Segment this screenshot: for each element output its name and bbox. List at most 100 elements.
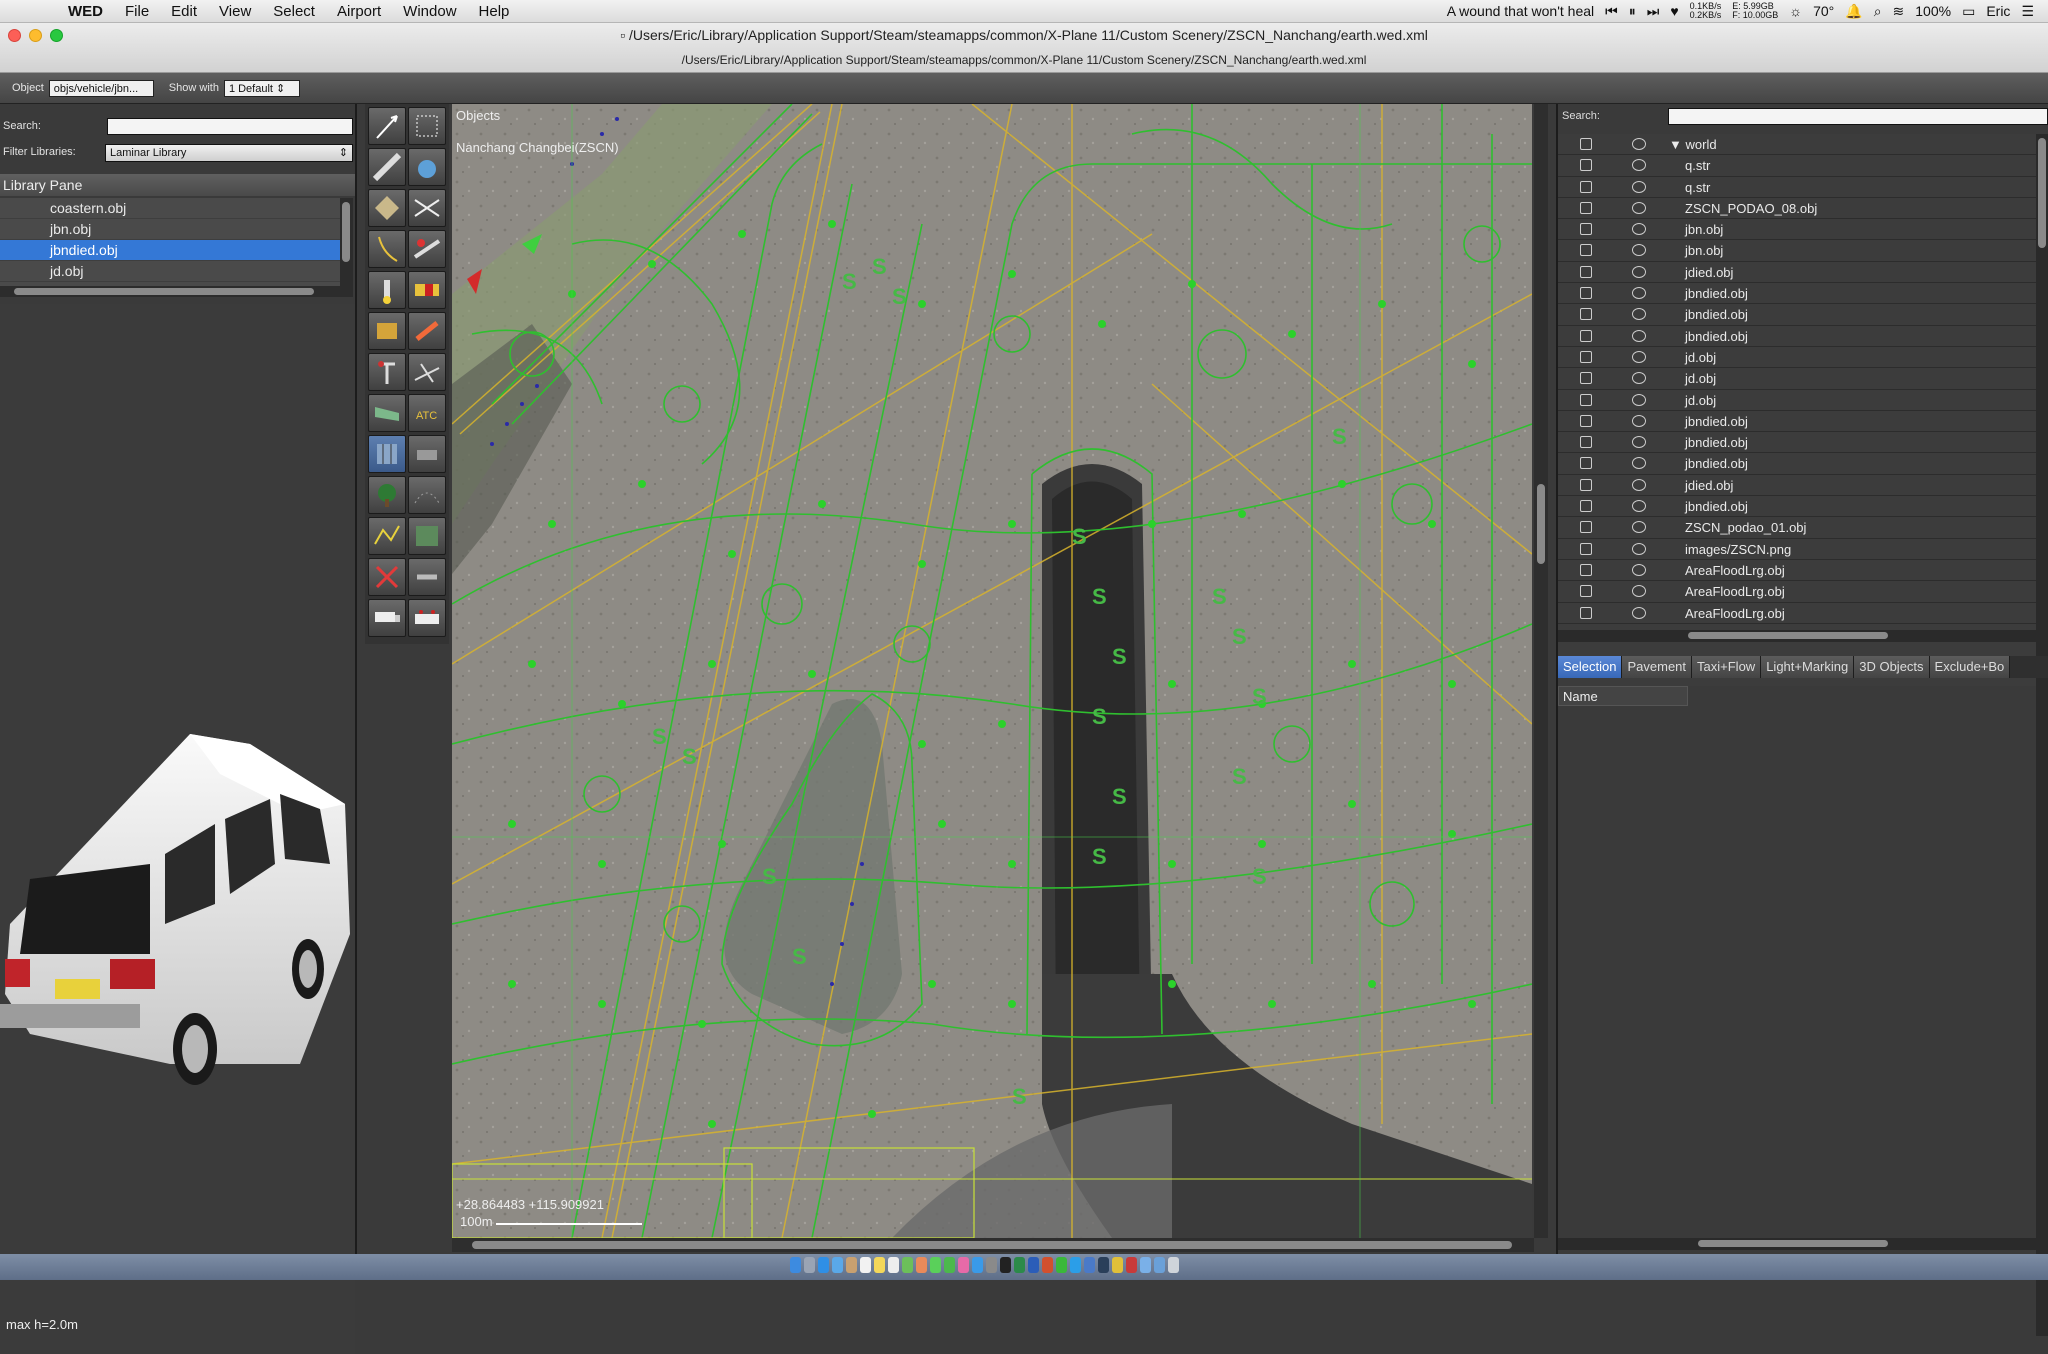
mail-icon[interactable] (832, 1257, 843, 1273)
taxi-route-tool-button[interactable] (408, 189, 446, 227)
forest-ring-tool-button[interactable] (408, 435, 446, 473)
lock-icon[interactable] (1580, 308, 1592, 321)
maps-icon[interactable] (902, 1257, 913, 1273)
polygon-tool-button[interactable] (408, 517, 446, 555)
tree-row[interactable]: AreaFloodLrg.obj (1558, 560, 2036, 582)
tree-row[interactable]: jbndied.obj (1558, 283, 2036, 305)
lock-icon[interactable] (1580, 350, 1592, 363)
lock-icon[interactable] (1580, 563, 1592, 576)
lock-icon[interactable] (1580, 414, 1592, 427)
lock-icon[interactable] (1580, 201, 1592, 214)
tree-row[interactable]: jd.obj (1558, 368, 2036, 390)
library-item[interactable]: coastern.obj (0, 198, 340, 219)
tab-pavement[interactable]: Pavement (1622, 656, 1693, 678)
hierarchy-search-input[interactable] (1668, 108, 2048, 125)
terminal-icon[interactable] (1000, 1257, 1011, 1273)
eye-icon[interactable] (1632, 542, 1646, 555)
excel-icon[interactable] (1014, 1257, 1025, 1273)
string-tool-button[interactable] (408, 476, 446, 514)
library-scrollbar-horizontal[interactable] (0, 286, 353, 297)
tower-tool-button[interactable] (368, 312, 406, 350)
sign-tool-button[interactable] (408, 271, 446, 309)
hierarchy-scrollbar-horizontal[interactable] (1558, 630, 2048, 642)
tree-row[interactable]: AreaFloodLrg.obj (1558, 603, 2036, 624)
object-path-field[interactable]: objs/vehicle/jbn... (48, 79, 154, 97)
next-track-icon[interactable]: ⏭ (1647, 3, 1660, 20)
airport-map-canvas[interactable]: SSS SSS SSS SSS SSS SSS SS (452, 104, 1532, 1238)
ground-vehicle-tool-button[interactable] (408, 599, 446, 637)
lock-icon[interactable] (1580, 223, 1592, 236)
wed-icon[interactable] (1126, 1257, 1137, 1273)
truck-parking-tool-button[interactable] (368, 394, 406, 432)
truck-destination-tool-button[interactable] (368, 599, 406, 637)
eye-icon[interactable] (1632, 393, 1646, 406)
vertex-tool-button[interactable] (368, 107, 406, 145)
menu-help[interactable]: Help (468, 3, 521, 20)
lock-icon[interactable] (1580, 244, 1592, 257)
now-playing-title[interactable]: A wound that won't heal (1447, 3, 1594, 19)
tree-row[interactable]: AreaFloodLrg.obj (1558, 581, 2036, 603)
eye-icon[interactable] (1632, 478, 1646, 491)
menu-view[interactable]: View (208, 3, 262, 20)
eye-icon[interactable] (1632, 500, 1646, 513)
eye-icon[interactable] (1632, 138, 1646, 150)
library-item[interactable]: jd.obj (0, 261, 340, 282)
memory-stats[interactable]: E: 5.99GB F: 10.00GB (1732, 2, 1778, 20)
qq-icon[interactable] (1070, 1257, 1081, 1273)
lock-icon[interactable] (1580, 436, 1592, 449)
helipad-tool-button[interactable] (408, 148, 446, 186)
battery-percent[interactable]: 100% (1915, 3, 1951, 19)
preferences-icon[interactable] (986, 1257, 997, 1273)
tree-row[interactable]: ZSCN_PODAO_08.obj (1558, 198, 2036, 220)
eye-icon[interactable] (1632, 436, 1646, 449)
eye-icon[interactable] (1632, 329, 1646, 342)
eye-icon[interactable] (1632, 457, 1646, 470)
menu-select[interactable]: Select (262, 3, 326, 20)
properties-scrollbar-horizontal[interactable] (1558, 1238, 2048, 1250)
eye-icon[interactable] (1632, 265, 1646, 278)
eye-icon[interactable] (1632, 223, 1646, 236)
contacts-icon[interactable] (846, 1257, 857, 1273)
line-tool-button[interactable] (368, 517, 406, 555)
eye-icon[interactable] (1632, 180, 1646, 193)
finder-icon[interactable] (790, 1257, 801, 1273)
lock-icon[interactable] (1580, 180, 1592, 193)
lock-icon[interactable] (1580, 542, 1592, 555)
atc-tool-button[interactable]: ATC (408, 394, 446, 432)
library-scrollbar-vertical[interactable] (340, 198, 353, 286)
search-icon[interactable]: ⌕ (1874, 3, 1882, 20)
lock-icon[interactable] (1580, 606, 1592, 619)
tree-row[interactable]: jbndied.obj (1558, 496, 2036, 518)
notification-bell-icon[interactable]: 🔔 (1845, 3, 1862, 20)
steam-icon[interactable] (1098, 1257, 1109, 1273)
facade-tool-button[interactable] (368, 435, 406, 473)
app-menu[interactable]: WED (42, 3, 114, 20)
menu-airport[interactable]: Airport (326, 3, 392, 20)
word-icon[interactable] (1028, 1257, 1039, 1273)
menu-edit[interactable]: Edit (160, 3, 208, 20)
lock-icon[interactable] (1580, 287, 1592, 300)
light-tool-button[interactable] (368, 271, 406, 309)
photos-icon[interactable] (916, 1257, 927, 1273)
lock-icon[interactable] (1580, 329, 1592, 342)
marquee-tool-button[interactable] (408, 107, 446, 145)
eye-icon[interactable] (1632, 287, 1646, 300)
map-view[interactable]: SSS SSS SSS SSS SSS SSS SS Objects Nanch… (452, 104, 1532, 1238)
tab-3d-objects[interactable]: 3D Objects (1854, 656, 1930, 678)
itunes-icon[interactable] (958, 1257, 969, 1273)
runway-tool-button[interactable] (368, 148, 406, 186)
facetime-icon[interactable] (944, 1257, 955, 1273)
eye-icon[interactable] (1632, 372, 1646, 385)
launchpad-icon[interactable] (804, 1257, 815, 1273)
network-stats[interactable]: 0.1KB/s 0.2KB/s (1690, 2, 1722, 20)
menu-file[interactable]: File (114, 3, 160, 20)
documents-folder-icon[interactable] (1140, 1257, 1151, 1273)
tree-row[interactable]: jd.obj (1558, 390, 2036, 411)
tree-row[interactable]: jbndied.obj (1558, 453, 2036, 475)
beacon-tool-button[interactable] (368, 353, 406, 391)
weather-icon[interactable]: ☼ (1789, 3, 1802, 19)
tab-light-marking[interactable]: Light+Marking (1761, 656, 1855, 678)
tab-selection[interactable]: Selection (1558, 656, 1623, 678)
tree-row[interactable]: jbndied.obj (1558, 432, 2036, 454)
user-name[interactable]: Eric (1986, 3, 2010, 19)
